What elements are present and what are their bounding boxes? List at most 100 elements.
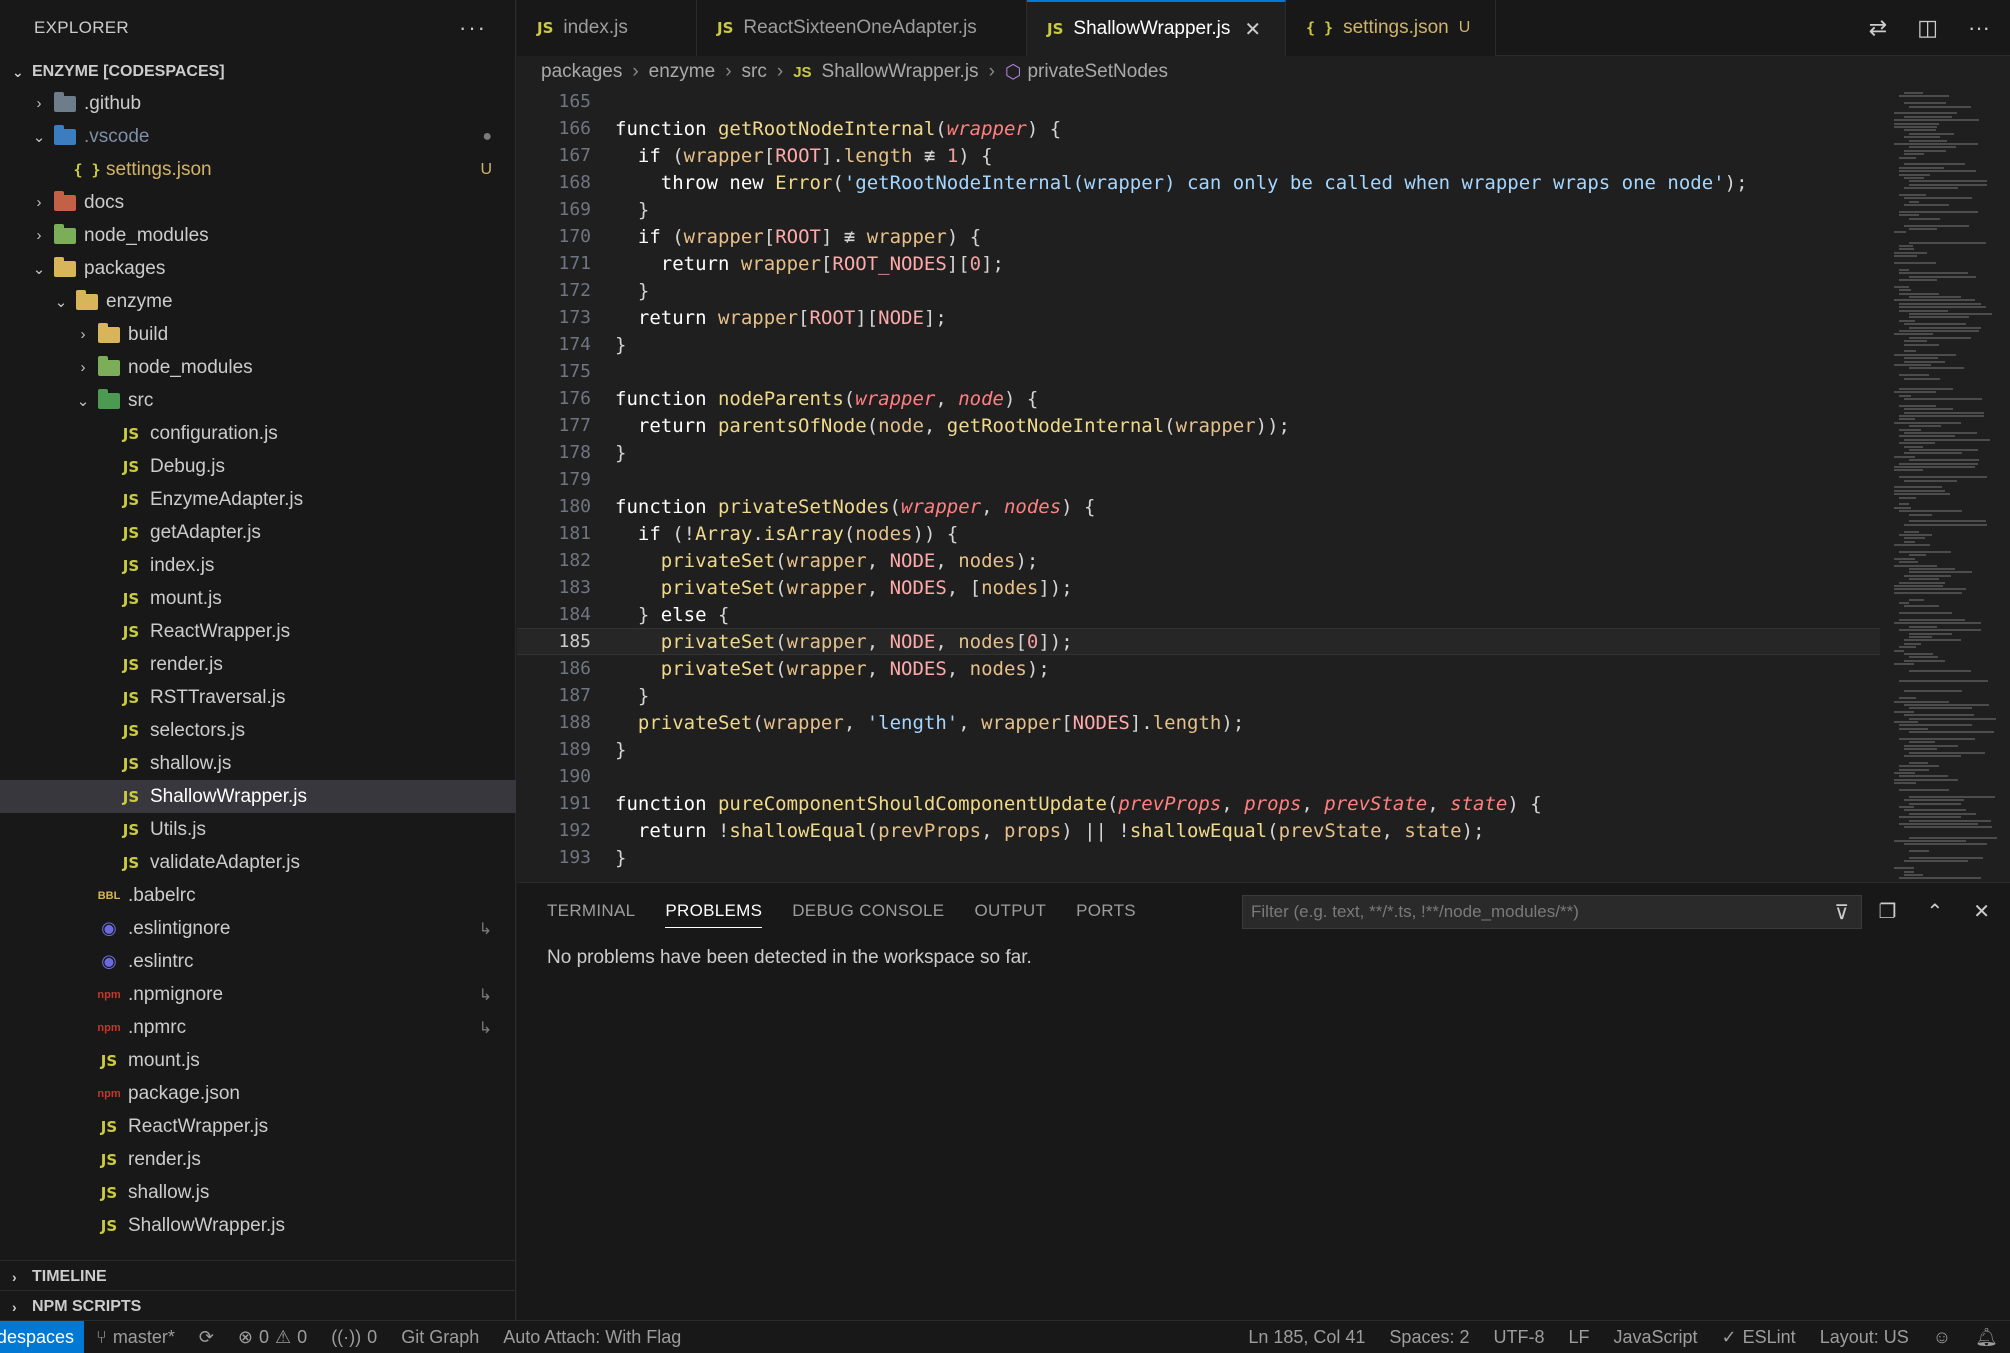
timeline-section[interactable]: › TIMELINE (0, 1260, 516, 1293)
file-item[interactable]: { } settings.json U (0, 153, 516, 186)
feedback-icon[interactable]: ☺ (1921, 1327, 1963, 1348)
breadcrumb-item[interactable]: enzyme (649, 61, 716, 83)
tab-shallow-wrapper[interactable]: JS ShallowWrapper.js ✕ (1027, 0, 1286, 56)
code-line[interactable]: 165 (517, 88, 1880, 115)
more-actions-icon[interactable]: ··· (459, 15, 487, 41)
workspace-section-header[interactable]: ⌄ ENZYME [CODESPACES] (0, 56, 516, 88)
code-line[interactable]: 167 if (wrapper[ROOT].length ≢ 1) { (517, 142, 1880, 169)
folder-item[interactable]: › node_modules (0, 351, 516, 384)
code-line[interactable]: 166 function getRootNodeInternal(wrapper)… (517, 115, 1880, 142)
folder-item[interactable]: › .github (0, 87, 516, 120)
split-editor-icon[interactable]: ◫ (1917, 15, 1938, 41)
file-item[interactable]: JS Utils.js (0, 813, 516, 846)
file-item[interactable]: JS ShallowWrapper.js (0, 780, 516, 813)
file-item[interactable]: JS validateAdapter.js (0, 846, 516, 879)
code-line[interactable]: 183 privateSet(wrapper, NODES, [nodes]); (517, 574, 1880, 601)
encoding-status[interactable]: UTF-8 (1481, 1327, 1556, 1348)
code-line[interactable]: 179 (517, 466, 1880, 493)
cursor-position-status[interactable]: Ln 185, Col 41 (1236, 1327, 1377, 1348)
code-line[interactable]: 187 } (517, 682, 1880, 709)
sync-status[interactable]: ⟳ (187, 1327, 226, 1348)
problems-filter-input[interactable]: Filter (e.g. text, **/*.ts, !**/node_mod… (1242, 895, 1862, 929)
code-line[interactable]: 168 throw new Error('getRootNodeInternal… (517, 169, 1880, 196)
code-line[interactable]: 191 function pureComponentShouldComponent… (517, 790, 1880, 817)
code-line[interactable]: 175 (517, 358, 1880, 385)
compare-changes-icon[interactable]: ⇄ (1869, 15, 1887, 41)
keyboard-layout-status[interactable]: Layout: US (1808, 1327, 1921, 1348)
tab-settings-json[interactable]: { } settings.json U (1286, 0, 1496, 56)
breadcrumb-item[interactable]: privateSetNodes (1027, 61, 1167, 83)
more-actions-icon[interactable]: ··· (1968, 15, 1990, 41)
code-editor[interactable]: 165 166 function getRootNodeInternal(wrapp… (517, 88, 1880, 881)
file-item[interactable]: npm .npmrc ↳ (0, 1011, 516, 1044)
folder-item[interactable]: ⌄ packages (0, 252, 516, 285)
file-item[interactable]: JS getAdapter.js (0, 516, 516, 549)
tab-index-js[interactable]: JS index.js (517, 0, 697, 56)
git-graph-status[interactable]: Git Graph (389, 1327, 491, 1348)
code-line[interactable]: 188 privateSet(wrapper, 'length', wrappe… (517, 709, 1880, 736)
folder-item[interactable]: › docs (0, 186, 516, 219)
code-line[interactable]: 170 if (wrapper[ROOT] ≢ wrapper) { (517, 223, 1880, 250)
tab-problems[interactable]: PROBLEMS (665, 901, 763, 928)
folder-item[interactable]: ⌄ enzyme (0, 285, 516, 318)
file-item[interactable]: JS EnzymeAdapter.js (0, 483, 516, 516)
folder-item[interactable]: › node_modules (0, 219, 516, 252)
close-icon[interactable]: ✕ (1244, 17, 1261, 42)
file-item[interactable]: JS Debug.js (0, 450, 516, 483)
folder-item[interactable]: ⌄ src (0, 384, 516, 417)
code-line[interactable]: 169 } (517, 196, 1880, 223)
problems-status[interactable]: ⊗ 0 ⚠ 0 (226, 1327, 319, 1348)
code-line[interactable]: 182 privateSet(wrapper, NODE, nodes); (517, 547, 1880, 574)
folder-item[interactable]: › build (0, 318, 516, 351)
code-line[interactable]: 176 function nodeParents(wrapper, node) { (517, 385, 1880, 412)
tab-output[interactable]: OUTPUT (974, 901, 1046, 921)
code-line[interactable]: 174} (517, 331, 1880, 358)
indentation-status[interactable]: Spaces: 2 (1377, 1327, 1481, 1348)
maximize-panel-icon[interactable]: ⌃ (1926, 899, 1943, 924)
ports-status[interactable]: ((·)) 0 (319, 1327, 389, 1348)
code-line[interactable]: 171 return wrapper[ROOT_NODES][0]; (517, 250, 1880, 277)
code-line[interactable]: 192 return !shallowEqual(prevProps, prop… (517, 817, 1880, 844)
file-item[interactable]: ◉ .eslintignore ↳ (0, 912, 516, 945)
file-item[interactable]: JS shallow.js (0, 747, 516, 780)
code-line[interactable]: 190 (517, 763, 1880, 790)
code-line[interactable]: 184 } else { (517, 601, 1880, 628)
code-line[interactable]: 189} (517, 736, 1880, 763)
code-line[interactable]: 173 return wrapper[ROOT][NODE]; (517, 304, 1880, 331)
close-panel-icon[interactable]: ✕ (1973, 899, 1990, 924)
filter-icon[interactable]: ⊽ (1834, 900, 1849, 925)
breadcrumb-item[interactable]: packages (541, 61, 622, 83)
folder-item[interactable]: ⌄ .vscode ● (0, 120, 516, 153)
file-item[interactable]: JS render.js (0, 648, 516, 681)
notifications-bell-icon[interactable]: 🔔︎ (1963, 1327, 2010, 1348)
breadcrumb-item[interactable]: ShallowWrapper.js (822, 61, 979, 83)
code-line[interactable]: 193} (517, 844, 1880, 871)
code-line[interactable]: 172 } (517, 277, 1880, 304)
file-item[interactable]: ◉ .eslintrc (0, 945, 516, 978)
language-status[interactable]: JavaScript (1602, 1327, 1710, 1348)
code-line[interactable]: 181 if (!Array.isArray(nodes)) { (517, 520, 1880, 547)
file-item[interactable]: JS RSTTraversal.js (0, 681, 516, 714)
file-item[interactable]: npm package.json (0, 1077, 516, 1110)
file-item[interactable]: JS render.js (0, 1143, 516, 1176)
file-item[interactable]: JS configuration.js (0, 417, 516, 450)
breadcrumb-item[interactable]: src (742, 61, 767, 83)
collapse-all-icon[interactable]: ❐ (1879, 899, 1897, 924)
eol-status[interactable]: LF (1556, 1327, 1601, 1348)
tab-react-sixteen-one-adapter[interactable]: JS ReactSixteenOneAdapter.js (697, 0, 1027, 56)
file-item[interactable]: JS mount.js (0, 1044, 516, 1077)
file-item[interactable]: JS ShallowWrapper.js (0, 1209, 516, 1242)
code-line[interactable]: 185 privateSet(wrapper, NODE, nodes[0]); (517, 628, 1880, 655)
code-line[interactable]: 178} (517, 439, 1880, 466)
file-item[interactable]: JS ReactWrapper.js (0, 1110, 516, 1143)
file-item[interactable]: JS selectors.js (0, 714, 516, 747)
code-line[interactable]: 180 function privateSetNodes(wrapper, nod… (517, 493, 1880, 520)
file-item[interactable]: JS shallow.js (0, 1176, 516, 1209)
file-item[interactable]: BBL .babelrc (0, 879, 516, 912)
npm-scripts-section[interactable]: › NPM SCRIPTS (0, 1290, 516, 1323)
code-line[interactable]: 186 privateSet(wrapper, NODES, nodes); (517, 655, 1880, 682)
code-line[interactable]: 177 return parentsOfNode(node, getRootNo… (517, 412, 1880, 439)
minimap[interactable] (1880, 88, 2010, 881)
file-item[interactable]: JS ReactWrapper.js (0, 615, 516, 648)
file-item[interactable]: JS index.js (0, 549, 516, 582)
